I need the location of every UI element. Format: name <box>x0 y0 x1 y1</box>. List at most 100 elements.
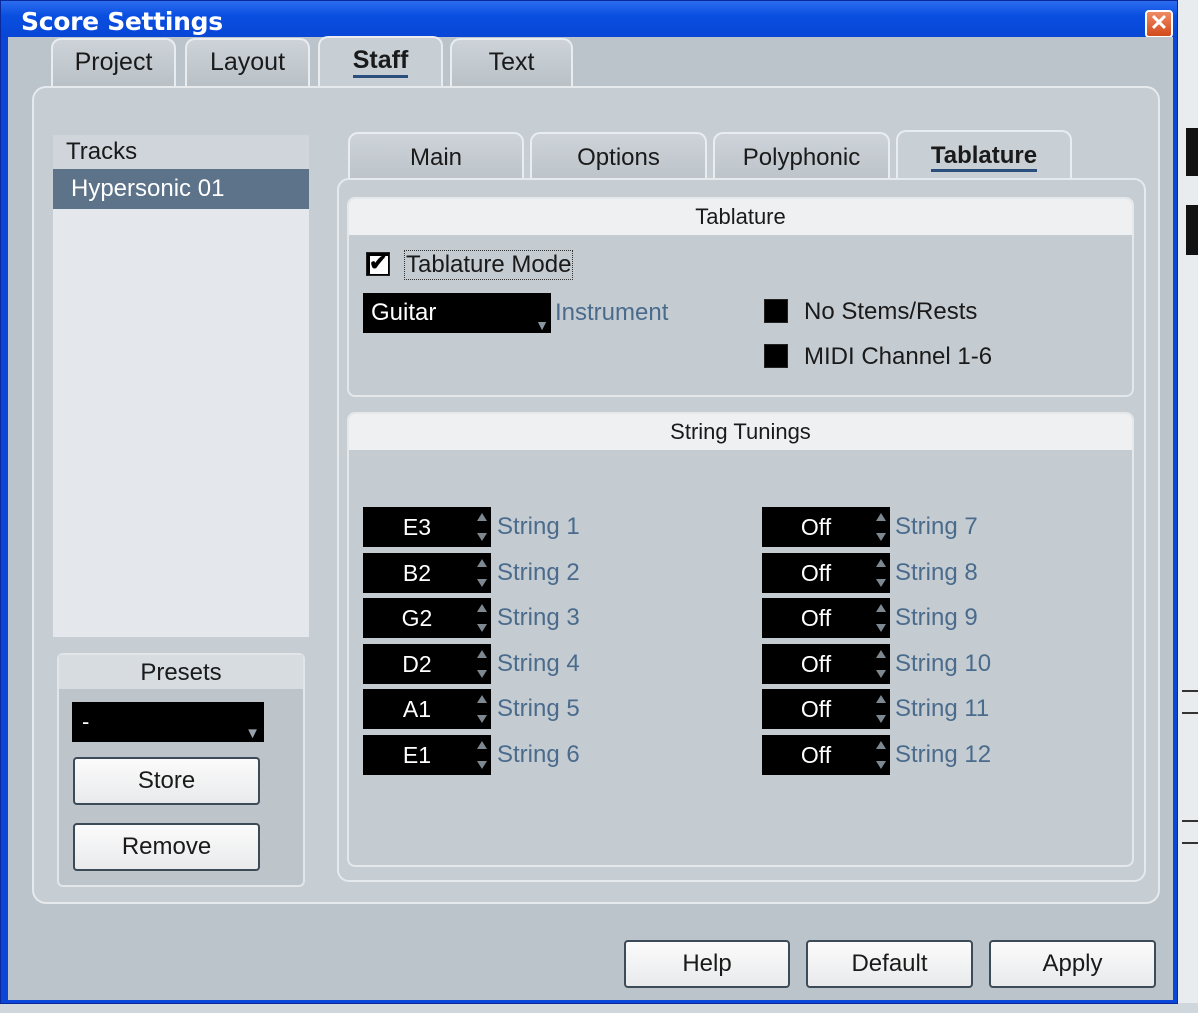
tablature-group-title: Tablature <box>349 199 1132 235</box>
tuning-value: Off <box>800 696 832 722</box>
background-line <box>1182 690 1198 692</box>
preset-value: - <box>82 709 90 734</box>
remove-button[interactable]: Remove <box>73 823 260 871</box>
no-stems-label: No Stems/Rests <box>804 298 978 325</box>
spinner-icon[interactable] <box>475 553 489 593</box>
background-line <box>1182 820 1198 822</box>
check-icon: ✔ <box>369 250 388 275</box>
background-app-bottom <box>0 1003 1198 1013</box>
tab-polyphonic[interactable]: Polyphonic <box>713 132 890 178</box>
string-tunings-title: String Tunings <box>349 414 1132 450</box>
string-7-tuning[interactable]: Off <box>762 507 890 547</box>
tab-main[interactable]: Main <box>348 132 524 178</box>
instrument-label: Instrument <box>555 299 669 326</box>
spinner-icon[interactable] <box>475 598 489 638</box>
tab-label: Options <box>577 144 660 171</box>
tuning-value: E3 <box>402 514 432 540</box>
string-9-label: String 9 <box>895 604 978 631</box>
tuning-value: Off <box>800 651 832 677</box>
background-line <box>1182 842 1198 844</box>
chevron-down-icon: ▼ <box>535 317 549 333</box>
spinner-icon[interactable] <box>874 689 888 729</box>
spinner-icon[interactable] <box>874 598 888 638</box>
spinner-icon[interactable] <box>475 507 489 547</box>
tuning-value: B2 <box>402 560 432 586</box>
spinner-icon[interactable] <box>874 507 888 547</box>
tab-label: Main <box>409 144 463 171</box>
tab-label: Staff <box>352 46 409 78</box>
presets-title: Presets <box>59 655 303 689</box>
chevron-down-icon: ▼ <box>245 725 260 742</box>
string-5-tuning[interactable]: A1 <box>363 689 491 729</box>
default-button[interactable]: Default <box>806 940 973 988</box>
string-2-label: String 2 <box>497 559 580 586</box>
tab-staff[interactable]: Staff <box>318 36 443 88</box>
tab-label: Layout <box>209 48 286 76</box>
track-item-hypersonic[interactable]: Hypersonic 01 <box>53 169 309 209</box>
tab-project[interactable]: Project <box>51 38 176 86</box>
help-button[interactable]: Help <box>624 940 790 988</box>
spinner-icon[interactable] <box>874 735 888 775</box>
tracks-list[interactable]: Hypersonic 01 <box>53 169 309 637</box>
string-7-label: String 7 <box>895 513 978 540</box>
tablature-mode-checkbox[interactable]: ✔ <box>366 250 390 276</box>
tab-layout[interactable]: Layout <box>185 38 310 86</box>
tuning-value: Off <box>800 560 832 586</box>
tab-label: Text <box>488 48 535 76</box>
tuning-value: Off <box>800 514 832 540</box>
midi-channel-checkbox[interactable] <box>764 344 788 368</box>
tuning-value: G2 <box>401 605 433 631</box>
close-icon[interactable]: ✕ <box>1145 10 1173 38</box>
window-title: Score Settings <box>21 7 223 36</box>
string-4-tuning[interactable]: D2 <box>363 644 491 684</box>
string-tunings-group: String Tunings <box>347 412 1134 867</box>
background-line <box>1182 712 1198 714</box>
string-4-label: String 4 <box>497 650 580 677</box>
background-app-strip <box>1178 0 1198 1013</box>
preset-select[interactable]: - ▼ <box>72 702 264 742</box>
tab-label: Tablature <box>930 142 1038 172</box>
tab-label: Polyphonic <box>742 144 861 171</box>
background-block <box>1186 205 1198 255</box>
string-6-tuning[interactable]: E1 <box>363 735 491 775</box>
tab-text[interactable]: Text <box>450 38 573 86</box>
tablature-mode-label[interactable]: Tablature Mode <box>404 250 574 280</box>
tuning-value: Off <box>800 605 832 631</box>
string-10-tuning[interactable]: Off <box>762 644 890 684</box>
tuning-value: Off <box>800 742 832 768</box>
tracks-header: Tracks <box>53 135 309 169</box>
no-stems-checkbox[interactable] <box>764 299 788 323</box>
string-8-tuning[interactable]: Off <box>762 553 890 593</box>
spinner-icon[interactable] <box>475 644 489 684</box>
spinner-icon[interactable] <box>475 735 489 775</box>
string-12-label: String 12 <box>895 741 992 768</box>
instrument-select[interactable]: Guitar ▼ <box>363 293 551 333</box>
string-12-tuning[interactable]: Off <box>762 735 890 775</box>
tab-label: Project <box>74 48 153 76</box>
string-9-tuning[interactable]: Off <box>762 598 890 638</box>
string-5-label: String 5 <box>497 695 580 722</box>
tuning-value: A1 <box>402 696 432 722</box>
spinner-icon[interactable] <box>874 553 888 593</box>
string-11-label: String 11 <box>895 695 990 722</box>
background-block <box>1186 128 1198 176</box>
spinner-icon[interactable] <box>874 644 888 684</box>
string-3-label: String 3 <box>497 604 580 631</box>
tab-tablature[interactable]: Tablature <box>896 130 1072 180</box>
string-8-label: String 8 <box>895 559 978 586</box>
tuning-value: E1 <box>402 742 432 768</box>
instrument-value: Guitar <box>371 299 437 326</box>
tab-options[interactable]: Options <box>530 132 707 178</box>
title-bar[interactable]: Score Settings ✕ <box>1 1 1177 38</box>
string-3-tuning[interactable]: G2 <box>363 598 491 638</box>
store-button[interactable]: Store <box>73 757 260 805</box>
tuning-value: D2 <box>402 651 432 677</box>
string-6-label: String 6 <box>497 741 580 768</box>
string-1-label: String 1 <box>497 513 580 540</box>
string-1-tuning[interactable]: E3 <box>363 507 491 547</box>
string-10-label: String 10 <box>895 650 992 677</box>
string-2-tuning[interactable]: B2 <box>363 553 491 593</box>
string-11-tuning[interactable]: Off <box>762 689 890 729</box>
apply-button[interactable]: Apply <box>989 940 1156 988</box>
spinner-icon[interactable] <box>475 689 489 729</box>
